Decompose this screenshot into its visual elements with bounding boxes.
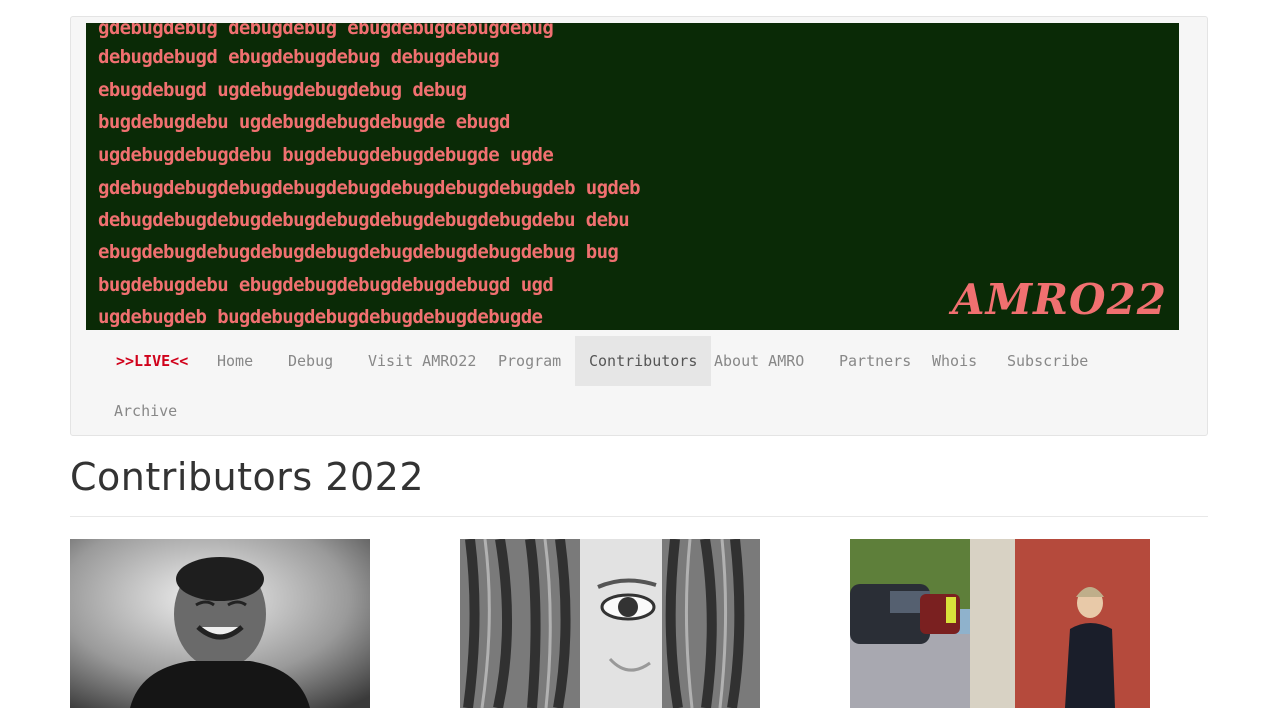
banner-line[interactable]: bugdebugdebu ebugdebugdebugdebugdebugd u… (98, 274, 868, 296)
banner-line[interactable]: ugdebugdebugdebu bugdebugdebugdebugde ug… (98, 144, 868, 166)
banner-line[interactable]: debugdebugd ebugdebugdebug debugdebug (98, 46, 868, 68)
banner-line[interactable]: ugdebugdeb bugdebugdebugdebugdebugdebugd… (98, 306, 868, 328)
contributor-photo[interactable] (460, 539, 760, 708)
nav-debug[interactable]: Debug (288, 348, 333, 374)
nav-archive[interactable]: Archive (114, 398, 177, 424)
banner-line[interactable]: gdebugdebugdebugdebugdebugdebugdebugdebu… (98, 177, 868, 199)
nav-partners[interactable]: Partners (839, 348, 911, 374)
divider (70, 516, 1208, 517)
page-title: Contributors 2022 (70, 455, 425, 499)
nav-contributors[interactable]: Contributors (575, 336, 712, 386)
contributor-photo[interactable] (850, 539, 1150, 708)
banner-line: gdebugdebug debugdebug ebugdebugdebugdeb… (98, 23, 554, 39)
banner-line[interactable]: ebugdebugd ugdebugdebugdebug debug (98, 79, 868, 101)
nav-live[interactable]: >>LIVE<< (116, 348, 188, 374)
nav-visit-amro22[interactable]: Visit AMRO22 (368, 348, 476, 374)
banner-line[interactable]: ebugdebugdebugdebugdebugdebugdebugdebugd… (98, 241, 868, 263)
nav-program[interactable]: Program (498, 348, 561, 374)
amro22-logo[interactable]: AMRO22 (952, 275, 1167, 324)
banner-line[interactable]: debugdebugdebugdebugdebugdebugdebugdebug… (98, 209, 868, 231)
nav-subscribe[interactable]: Subscribe (1007, 348, 1088, 374)
nav-whois[interactable]: Whois (932, 348, 977, 374)
contributor-photo[interactable] (70, 539, 370, 708)
hero-banner: gdebugdebug debugdebug ebugdebugdebugdeb… (86, 23, 1179, 330)
nav-home[interactable]: Home (217, 348, 253, 374)
banner-line[interactable]: bugdebugdebu ugdebugdebugdebugde ebugd (98, 111, 868, 133)
nav-about-amro[interactable]: About AMRO (714, 348, 804, 374)
